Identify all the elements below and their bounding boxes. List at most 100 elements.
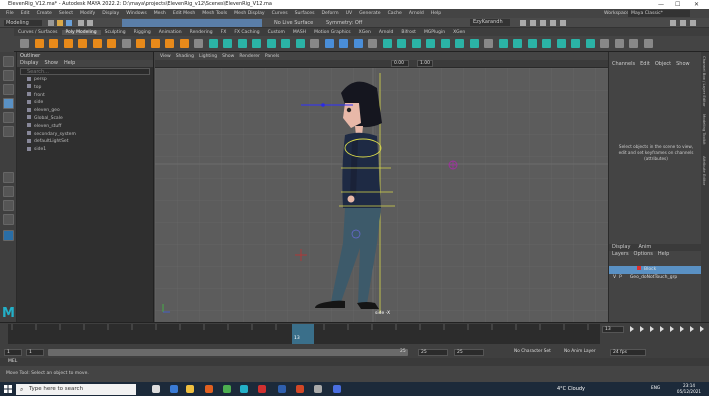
ik-target-locator[interactable] bbox=[448, 160, 458, 170]
shelf-tab[interactable]: Arnold bbox=[375, 30, 398, 35]
paint-select-icon[interactable] bbox=[3, 84, 14, 95]
shelf-tool-icon[interactable] bbox=[353, 39, 363, 48]
four-view-icon[interactable] bbox=[3, 186, 14, 197]
windows-start-icon[interactable] bbox=[4, 385, 12, 393]
shelf-tool-icon[interactable] bbox=[49, 39, 58, 48]
shelf-tool-icon[interactable] bbox=[426, 39, 435, 48]
menu-mesh-tools[interactable]: Mesh Tools bbox=[202, 11, 227, 16]
cb-menu-channels[interactable]: Channels bbox=[612, 61, 635, 67]
language-indicator[interactable]: ENG bbox=[651, 386, 660, 391]
taskbar-search[interactable]: Type here to search bbox=[16, 384, 136, 395]
app-icon[interactable] bbox=[314, 385, 322, 393]
shelf-tab[interactable]: Custom bbox=[264, 30, 289, 35]
layer-tab-display[interactable]: Display bbox=[612, 244, 630, 250]
range-slider[interactable] bbox=[48, 349, 408, 356]
shelf-tool-icon[interactable] bbox=[34, 39, 44, 48]
outliner-item[interactable]: eleven_stuff bbox=[17, 123, 153, 131]
shelf-tool-icon[interactable] bbox=[107, 39, 116, 48]
shelf-tool-icon[interactable] bbox=[179, 39, 189, 48]
shelf-tool-icon[interactable] bbox=[20, 39, 29, 48]
outliner-item[interactable]: eleven_geo bbox=[17, 107, 153, 115]
menu-deform[interactable]: Deform bbox=[322, 11, 339, 16]
end-frame-field[interactable]: 25 bbox=[454, 349, 484, 356]
outliner-menu-display[interactable]: Display bbox=[20, 60, 38, 66]
layer-menu-layers[interactable]: Layers bbox=[612, 251, 629, 257]
menu-windows[interactable]: Windows bbox=[126, 11, 147, 16]
viewport-side[interactable]: side -X bbox=[155, 68, 608, 322]
shelf-tool-icon[interactable] bbox=[556, 39, 566, 48]
layer-menu-options[interactable]: Options bbox=[634, 251, 653, 257]
lasso-tool-icon[interactable] bbox=[3, 70, 14, 81]
shelf-tab[interactable]: Rendering bbox=[186, 30, 217, 35]
vp-menu-renderer[interactable]: Renderer bbox=[239, 54, 260, 59]
outliner-menu-help[interactable]: Help bbox=[64, 60, 75, 66]
shelf-tool-icon[interactable] bbox=[208, 39, 218, 48]
cb-menu-edit[interactable]: Edit bbox=[640, 61, 650, 67]
shelf-tab[interactable]: FX Caching bbox=[230, 30, 263, 35]
shelf-tool-icon[interactable] bbox=[281, 39, 290, 48]
task-view-icon[interactable] bbox=[152, 385, 160, 393]
word-icon[interactable] bbox=[278, 385, 286, 393]
scale-tool-icon[interactable] bbox=[3, 126, 14, 137]
shelf-tool-icon[interactable] bbox=[368, 39, 377, 48]
playback-end-field[interactable]: 25 bbox=[418, 349, 448, 356]
shelf-tool-icon[interactable] bbox=[455, 39, 464, 48]
shelf-tool-icon[interactable] bbox=[92, 39, 102, 48]
playback-start-field[interactable]: 1 bbox=[26, 349, 44, 356]
shelf-tool-icon[interactable] bbox=[382, 39, 392, 48]
menu-select[interactable]: Select bbox=[59, 11, 73, 16]
menu-mesh-display[interactable]: Mesh Display bbox=[234, 11, 265, 16]
shelf-tool-icon[interactable] bbox=[295, 39, 305, 48]
select-tool-icon[interactable] bbox=[3, 56, 14, 67]
anim-layer-select[interactable]: No Anim Layer bbox=[564, 349, 596, 354]
outliner-item[interactable]: front bbox=[17, 92, 153, 100]
shelf-tool-icon[interactable] bbox=[136, 39, 145, 48]
chrome-icon[interactable] bbox=[223, 385, 231, 393]
shelf-tab[interactable]: MASH bbox=[289, 30, 310, 35]
outliner-search[interactable]: Search... bbox=[20, 68, 150, 75]
menu-uv[interactable]: UV bbox=[346, 11, 353, 16]
outliner-item[interactable]: top bbox=[17, 84, 153, 92]
shelf-tool-icon[interactable] bbox=[150, 39, 160, 48]
shelf-tool-icon[interactable] bbox=[223, 39, 232, 48]
shelf-tool-icon[interactable] bbox=[121, 39, 131, 48]
maya-taskbar-icon[interactable] bbox=[240, 385, 248, 393]
menu-mesh[interactable]: Mesh bbox=[154, 11, 166, 16]
shelf-tool-icon[interactable] bbox=[643, 39, 653, 48]
weather-widget[interactable]: 4°C Cloudy bbox=[557, 386, 585, 392]
workspace-select[interactable]: Maya Classic* bbox=[628, 10, 690, 17]
outliner-item[interactable]: persp bbox=[17, 76, 153, 84]
layer-row[interactable]: Block bbox=[609, 266, 701, 274]
side-tab-attribute-editor[interactable]: Attribute Editor bbox=[702, 156, 707, 185]
menu-file[interactable]: File bbox=[6, 11, 14, 16]
shelf-tool-icon[interactable] bbox=[310, 39, 319, 48]
persp-outliner-icon[interactable] bbox=[3, 200, 14, 211]
shelf-tab[interactable]: Animation bbox=[155, 30, 186, 35]
shelf-tool-icon[interactable] bbox=[397, 39, 406, 48]
menu-edit[interactable]: Edit bbox=[21, 11, 30, 16]
shelf-tool-icon[interactable] bbox=[339, 39, 348, 48]
shelf-tool-icon[interactable] bbox=[585, 39, 595, 48]
current-frame-field[interactable]: 13 bbox=[602, 326, 624, 333]
start-frame-field[interactable]: 1 bbox=[4, 349, 22, 356]
acrobat-icon[interactable] bbox=[258, 385, 266, 393]
selection-mask-toolbar[interactable] bbox=[122, 19, 262, 27]
menu-create[interactable]: Create bbox=[37, 11, 52, 16]
single-view-icon[interactable] bbox=[3, 172, 14, 183]
shelf-tool-icon[interactable] bbox=[237, 39, 247, 48]
shelf-tool-icon[interactable] bbox=[194, 39, 203, 48]
menu-arnold[interactable]: Arnold bbox=[409, 11, 424, 16]
menu-surfaces[interactable]: Surfaces bbox=[295, 11, 315, 16]
time-slider-track[interactable]: 13 bbox=[8, 324, 600, 344]
vp-menu-shading[interactable]: Shading bbox=[176, 54, 194, 59]
menu-modify[interactable]: Modify bbox=[80, 11, 95, 16]
edge-icon[interactable] bbox=[170, 385, 178, 393]
shelf-tool-icon[interactable] bbox=[498, 39, 508, 48]
shelf-tab[interactable]: Sculpting bbox=[101, 30, 130, 35]
side-tab-modeling-toolkit[interactable]: Modeling Toolkit bbox=[702, 114, 707, 145]
menu-help[interactable]: Help bbox=[431, 11, 441, 16]
file-explorer-icon[interactable] bbox=[186, 385, 194, 393]
shelf-tool-icon[interactable] bbox=[513, 39, 522, 48]
shelf-tool-icon[interactable] bbox=[324, 39, 334, 48]
shelf-tab[interactable]: MGPlugin bbox=[420, 30, 449, 35]
